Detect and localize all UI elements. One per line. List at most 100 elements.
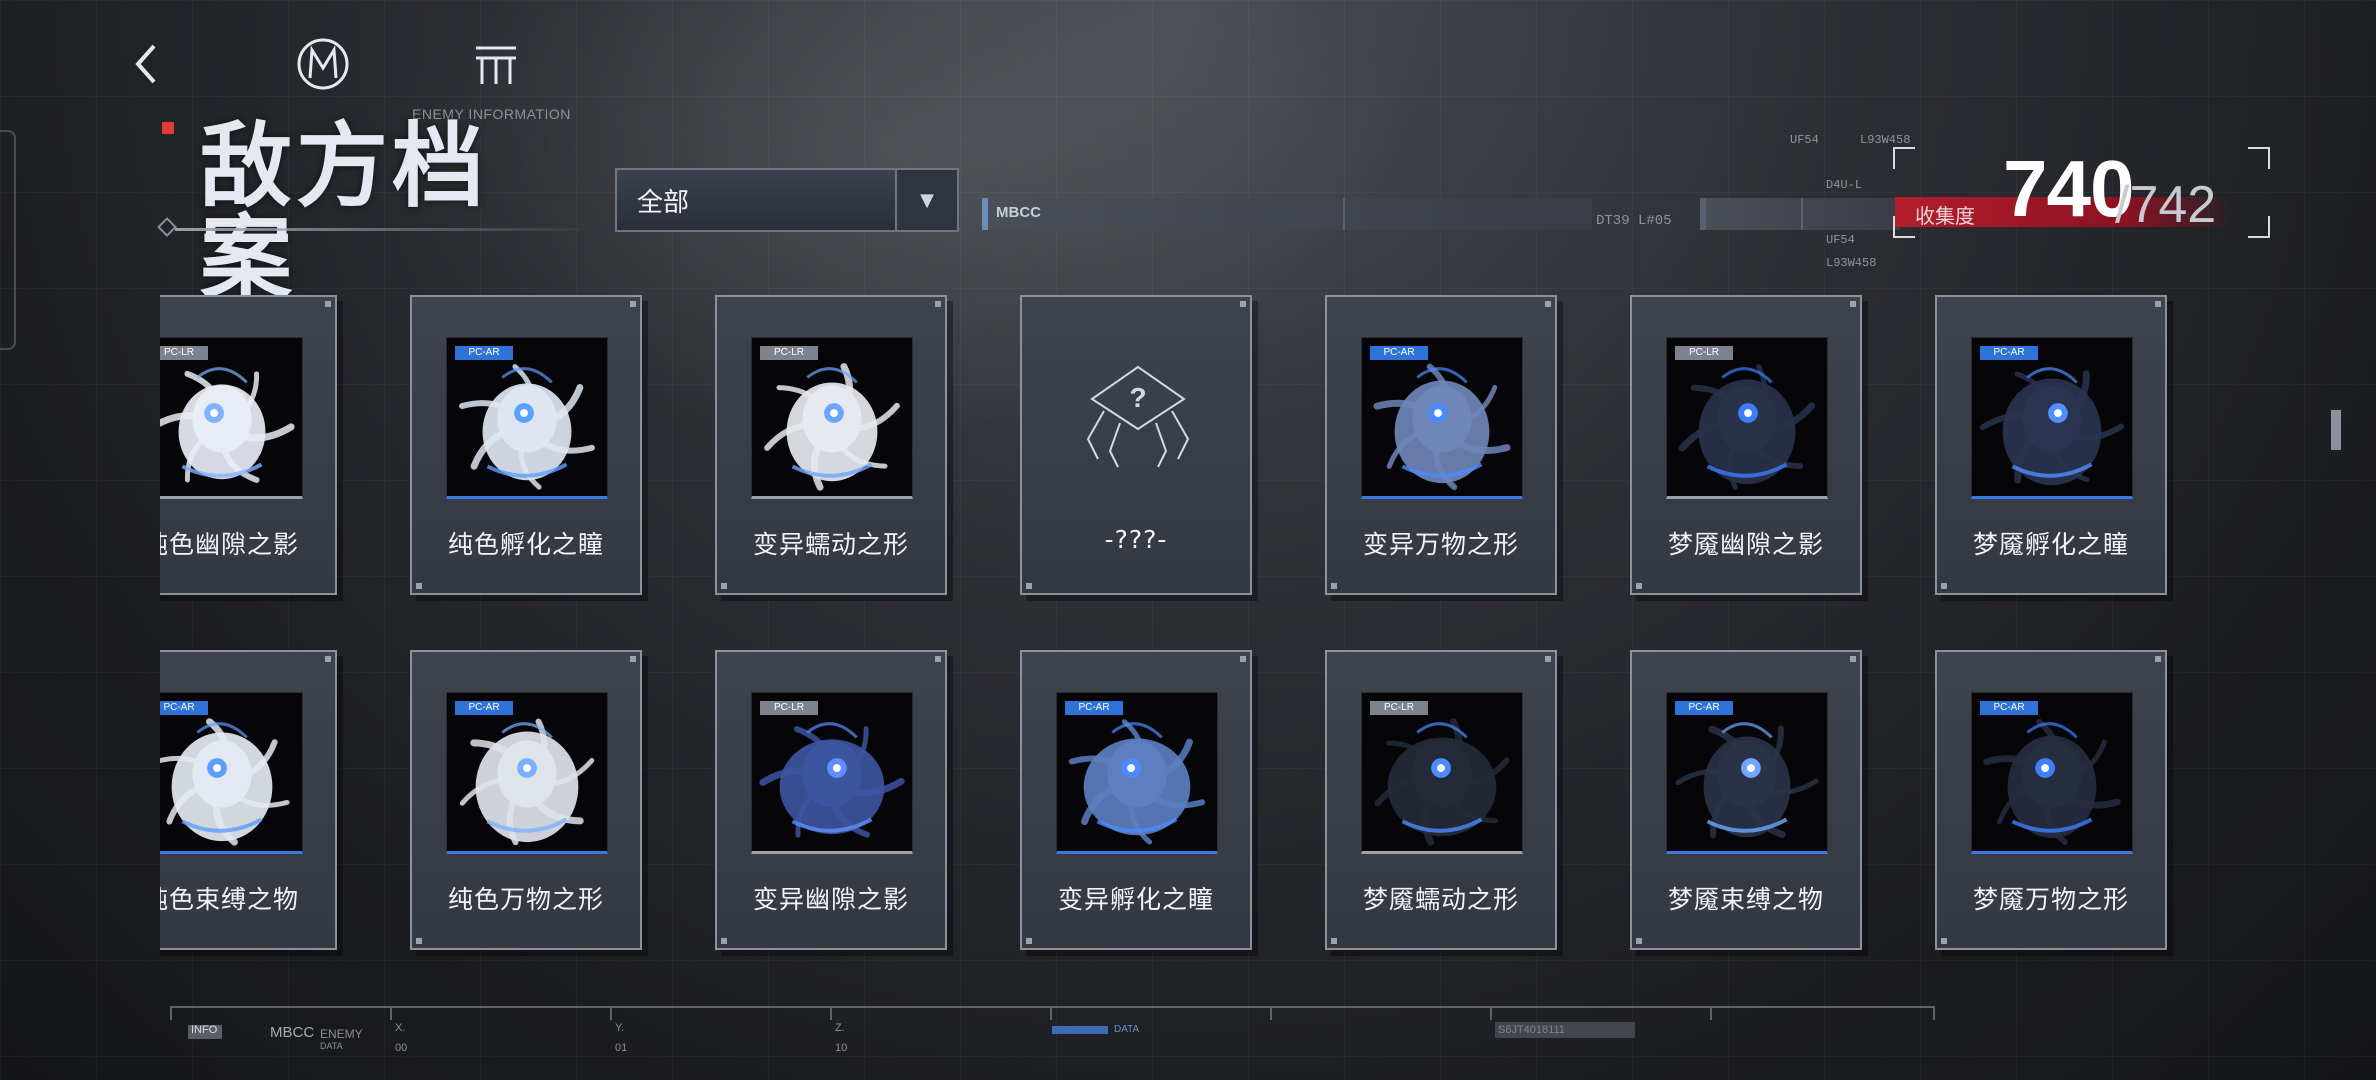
enemy-name: 变异万物之形 xyxy=(1362,530,1519,559)
enemy-card[interactable]: PC-LR 梦魇蠕动之形 xyxy=(1325,650,1557,950)
enemy-tag-badge: PC-AR xyxy=(1370,346,1428,360)
status-bar-label: MBCC xyxy=(996,204,1041,221)
enemy-name: -???- xyxy=(1104,525,1168,554)
enemy-creature-icon xyxy=(759,722,905,838)
enemy-tag-badge: PC-AR xyxy=(1675,701,1733,715)
enemy-card[interactable]: PC-AR 纯色万物之形 xyxy=(410,650,642,950)
enemy-card[interactable]: PC-AR 变异孵化之瞳 xyxy=(1020,650,1252,950)
bar-divider xyxy=(1801,198,1803,230)
footer-enemy: ENEMY xyxy=(320,1027,363,1041)
corner-bracket xyxy=(2248,216,2270,238)
enemy-card[interactable]: PC-AR 纯色孵化之瞳 xyxy=(410,295,642,595)
unknown-enemy-icon: ? xyxy=(1074,359,1202,479)
file-tree-item: UF54 xyxy=(1790,133,1819,147)
enemy-portrait: PC-LR xyxy=(1361,692,1523,854)
footer-data-box xyxy=(1052,1026,1108,1034)
enemy-portrait: PC-AR xyxy=(1056,692,1218,854)
enemy-portrait: PC-AR xyxy=(1971,692,2133,854)
enemy-name: 梦魇幽隙之影 xyxy=(1667,530,1824,559)
enemy-name: 变异幽隙之影 xyxy=(752,885,909,914)
enemy-creature-icon xyxy=(1979,367,2125,486)
collection-total: /742 xyxy=(2115,176,2217,234)
filter-dropdown[interactable]: 全部 ▼ xyxy=(615,168,959,232)
status-bar-secondary xyxy=(1700,198,1900,230)
enemy-name: 纯色束缚之物 xyxy=(160,885,299,914)
footer-info: INFO xyxy=(191,1024,218,1036)
enemy-portrait: PC-LR xyxy=(751,337,913,499)
enemy-tag-badge: PC-AR xyxy=(160,701,208,715)
enemy-tag-badge: PC-LR xyxy=(760,346,818,360)
enemy-name: 梦魇万物之形 xyxy=(1972,885,2129,914)
dropdown-arrow-icon[interactable]: ▼ xyxy=(895,170,957,230)
back-button[interactable] xyxy=(118,34,178,94)
footer-y-label: Y. xyxy=(615,1022,624,1034)
footer-data: DATA xyxy=(320,1041,343,1051)
corner-bracket xyxy=(1893,216,1915,238)
ruler-tick xyxy=(1490,1008,1492,1020)
corner-bracket xyxy=(1893,147,1915,169)
footer-x-value: 00 xyxy=(395,1042,408,1054)
enemy-creature-icon xyxy=(160,367,295,483)
footer-code: S6JT4018111 xyxy=(1498,1024,1565,1036)
enemy-portrait: PC-AR xyxy=(1666,692,1828,854)
status-bar-mbcc: MBCC xyxy=(982,198,1592,230)
enemy-card[interactable]: PC-LR 梦魇幽隙之影 xyxy=(1630,295,1862,595)
enemy-portrait: PC-AR xyxy=(1361,337,1523,499)
enemy-creature-icon xyxy=(1068,719,1206,845)
footer-ruler xyxy=(170,1006,1935,1020)
enemy-card[interactable]: PC-AR 梦魇束缚之物 xyxy=(1630,650,1862,950)
enemy-card[interactable]: PC-LR 纯色幽隙之影 xyxy=(160,295,337,595)
enemy-tag-badge: PC-AR xyxy=(1980,346,2038,360)
menu-button[interactable] xyxy=(466,34,526,94)
home-button[interactable] xyxy=(293,34,353,94)
filter-selected-value: 全部 xyxy=(637,187,690,218)
svg-text:?: ? xyxy=(1129,382,1146,413)
ruler-tick xyxy=(830,1008,832,1020)
diamond-icon xyxy=(157,217,177,237)
enemy-name: 变异蠕动之形 xyxy=(752,530,909,559)
page-header: ENEMY INFORMATION 敌方档案 xyxy=(150,100,580,304)
enemy-creature-icon xyxy=(459,718,595,846)
enemy-creature-icon xyxy=(1373,363,1511,491)
ruler-tick xyxy=(610,1008,612,1020)
enemy-tag-badge: PC-LR xyxy=(1370,701,1428,715)
enemy-creature-icon xyxy=(1675,722,1819,839)
title-underline xyxy=(175,228,580,231)
enemy-tag-badge: PC-LR xyxy=(160,346,208,360)
enemy-name: 梦魇蠕动之形 xyxy=(1362,885,1519,914)
footer-z-value: 10 xyxy=(835,1042,848,1054)
footer-z-label: Z. xyxy=(835,1022,845,1034)
bar-divider xyxy=(1343,198,1345,230)
enemy-portrait: PC-AR xyxy=(160,692,303,854)
enemy-card[interactable]: PC-AR 梦魇万物之形 xyxy=(1935,650,2167,950)
footer-mbcc: MBCC xyxy=(270,1024,315,1041)
enemy-card[interactable]: PC-LR 变异幽隙之影 xyxy=(715,650,947,950)
scrollbar-thumb[interactable] xyxy=(2331,410,2341,450)
title-marker xyxy=(162,122,174,134)
enemy-card[interactable]: PC-AR 纯色束缚之物 xyxy=(160,650,337,950)
status-code: DT39 L#05 xyxy=(1596,213,1672,229)
enemy-portrait: PC-LR xyxy=(160,337,303,499)
enemy-portrait: PC-AR xyxy=(446,692,608,854)
enemy-tag-badge: PC-AR xyxy=(455,346,513,360)
enemy-card[interactable]: PC-AR 梦魇孵化之瞳 xyxy=(1935,295,2167,595)
footer-y-value: 01 xyxy=(615,1042,628,1054)
enemy-name: 变异孵化之瞳 xyxy=(1057,885,1214,914)
file-tree-item: D4U-L xyxy=(1826,178,1863,192)
enemy-creature-icon xyxy=(764,363,900,491)
page-title: 敌方档案 xyxy=(200,112,489,312)
enemy-creature-icon xyxy=(459,364,595,490)
enemy-creature-icon xyxy=(1374,718,1510,846)
enemy-card[interactable]: PC-LR 变异蠕动之形 xyxy=(715,295,947,595)
enemy-name: 梦魇束缚之物 xyxy=(1667,885,1824,914)
mbcc-logo-icon xyxy=(297,38,349,90)
left-edge-handle xyxy=(0,130,16,350)
enemy-card[interactable]: PC-AR 变异万物之形 xyxy=(1325,295,1557,595)
enemy-creature-icon xyxy=(1678,364,1816,490)
enemy-portrait: PC-AR xyxy=(446,337,608,499)
collection-counter: 收集度 740 /742 xyxy=(1893,143,2280,238)
enemy-name: 纯色幽隙之影 xyxy=(160,530,299,559)
menu-icon xyxy=(476,46,516,84)
collection-label: 收集度 xyxy=(1915,204,1975,228)
enemy-card[interactable]: ? -???- xyxy=(1020,295,1252,595)
